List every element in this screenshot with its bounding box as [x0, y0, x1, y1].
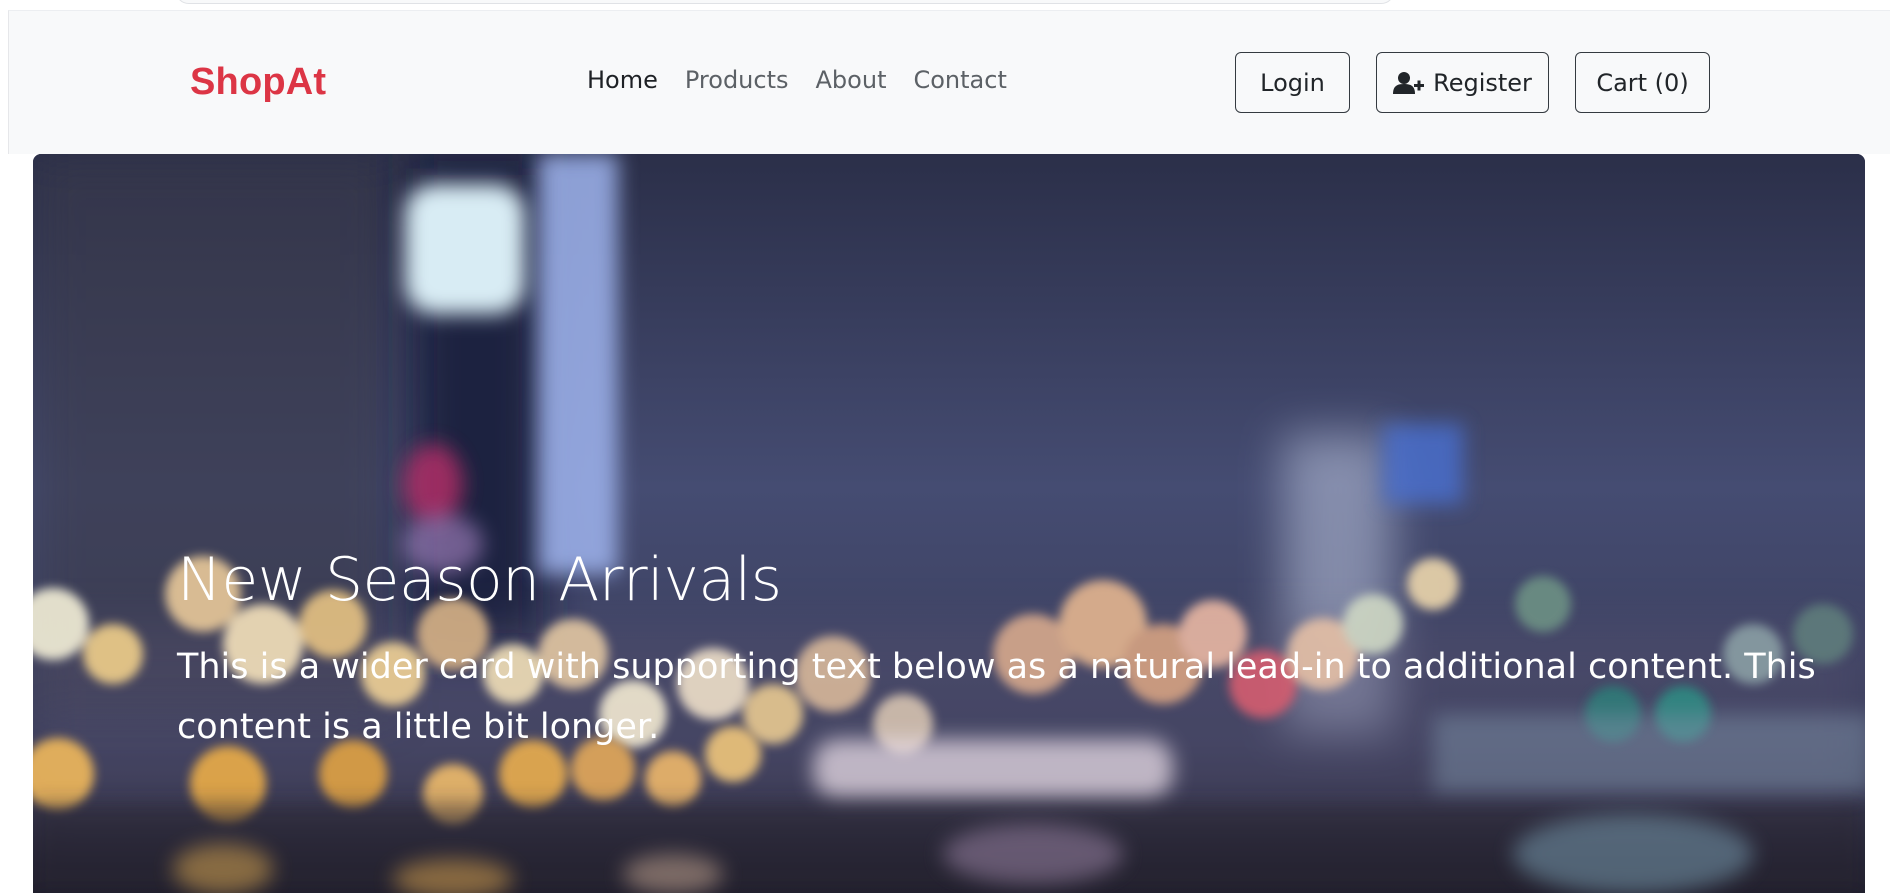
nav-link-about[interactable]: About [816, 66, 887, 94]
login-button-label: Login [1260, 68, 1325, 97]
hero-background-image [33, 154, 1865, 893]
hero-card: New Season Arrivals This is a wider card… [33, 154, 1865, 893]
page-edge [1890, 10, 1895, 893]
login-button[interactable]: Login [1235, 52, 1350, 113]
register-button[interactable]: Register [1376, 52, 1549, 113]
nav-links: Home Products About Contact [587, 66, 1007, 94]
nav-link-products[interactable]: Products [685, 66, 789, 94]
navbar: ShopAt Home Products About Contact Login… [8, 10, 1895, 154]
page: ShopAt Home Products About Contact Login… [0, 0, 1895, 893]
hero-title: New Season Arrivals [177, 545, 782, 615]
nav-link-contact[interactable]: Contact [913, 66, 1006, 94]
hero-caption: New Season Arrivals This is a wider card… [177, 544, 1817, 757]
nav-link-home[interactable]: Home [587, 66, 658, 94]
brand-logo[interactable]: ShopAt [190, 61, 326, 104]
user-plus-icon [1393, 71, 1425, 95]
cart-button-label: Cart (0) [1596, 68, 1689, 97]
cart-button[interactable]: Cart (0) [1575, 52, 1710, 113]
register-button-label: Register [1433, 68, 1532, 97]
browser-bar-edge [175, 0, 1395, 4]
hero-description: This is a wider card with supporting tex… [177, 647, 1816, 747]
